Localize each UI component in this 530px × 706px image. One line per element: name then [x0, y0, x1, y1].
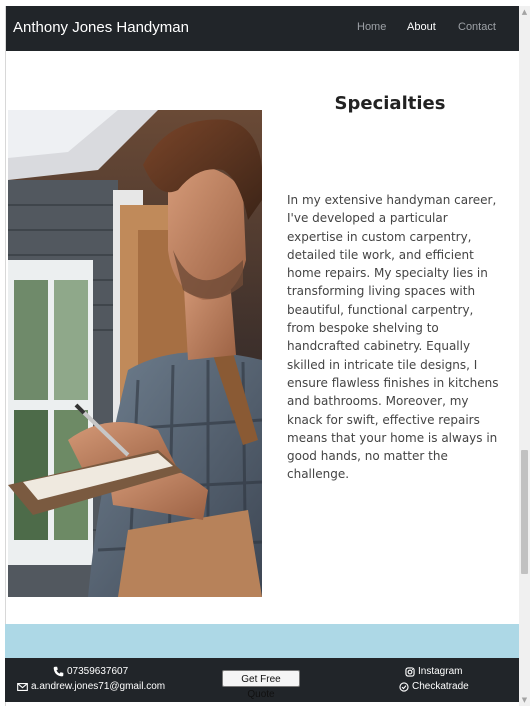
nav-contact-link[interactable]: Contact: [458, 21, 496, 33]
phone-icon: [53, 666, 64, 677]
specialties-paragraph: In my extensive handyman career, I've de…: [287, 193, 499, 482]
phone-number: 07359637607: [67, 666, 129, 677]
footer: 07359637607 a.andrew.jones71@gmail.com G…: [5, 658, 519, 702]
scroll-up-arrow-icon[interactable]: ▲: [519, 6, 530, 18]
phone-contact[interactable]: 07359637607: [53, 666, 128, 677]
instagram-label: Instagram: [418, 666, 463, 677]
handyman-portrait-image: [8, 110, 262, 597]
accent-band: [5, 624, 519, 658]
navbar: Anthony Jones Handyman Home About Contac…: [5, 6, 519, 51]
checkatrade-link[interactable]: Checkatrade: [399, 681, 469, 692]
scroll-down-arrow-icon[interactable]: ▼: [519, 694, 530, 706]
instagram-icon: [405, 666, 415, 677]
get-free-quote-button[interactable]: Get Free Quote: [222, 670, 300, 700]
nav-home-link[interactable]: Home: [357, 21, 386, 33]
email-contact[interactable]: a.andrew.jones71@gmail.com: [17, 681, 165, 692]
brand-link[interactable]: Anthony Jones Handyman: [13, 19, 189, 36]
vertical-scrollbar[interactable]: ▲ ▼: [519, 6, 530, 706]
section-heading: Specialties: [334, 92, 446, 114]
nav-about-link[interactable]: About: [407, 21, 436, 33]
checkatrade-label: Checkatrade: [412, 681, 469, 692]
scrollbar-thumb[interactable]: [521, 450, 528, 574]
page-border: [5, 6, 6, 706]
check-circle-icon: [399, 681, 409, 692]
instagram-link[interactable]: Instagram: [405, 666, 462, 677]
envelope-icon: [17, 682, 28, 691]
email-address: a.andrew.jones71@gmail.com: [31, 681, 166, 692]
